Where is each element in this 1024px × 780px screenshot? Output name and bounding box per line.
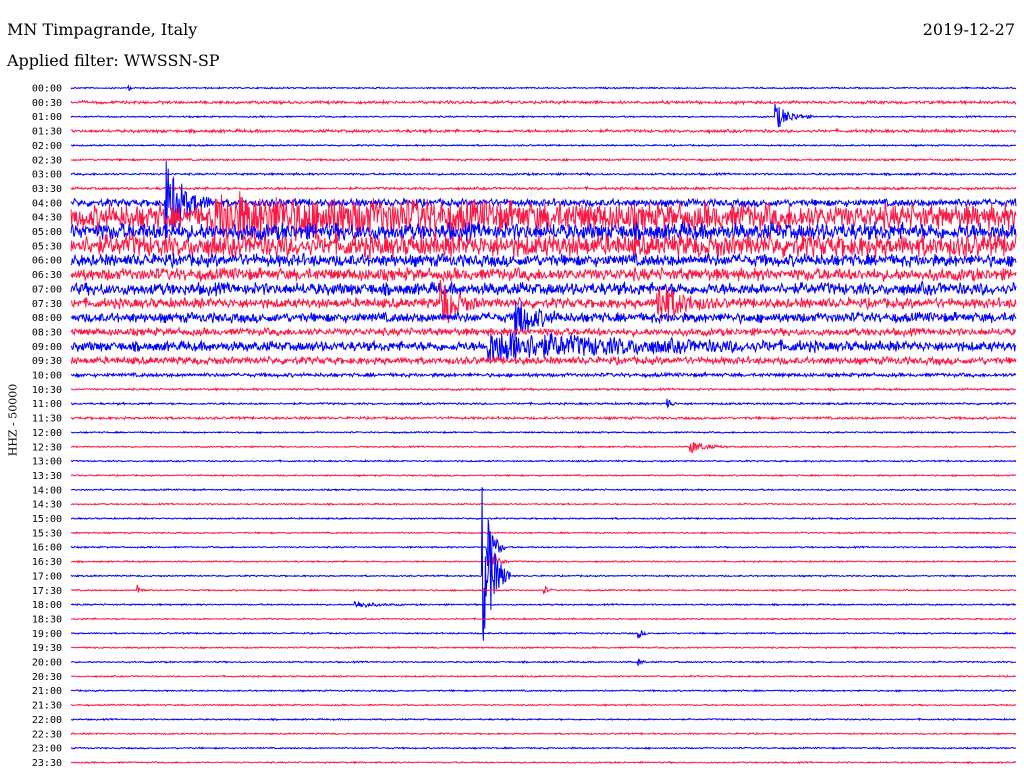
seismic-trace-row [70, 252, 1017, 270]
time-tick-label: 01:30 [32, 127, 62, 138]
time-tick-label: 04:00 [32, 198, 62, 209]
seismic-trace-row [70, 688, 1016, 693]
seismic-trace-row [70, 554, 1017, 570]
seismic-trace-row [70, 103, 1017, 128]
seismic-trace-row [70, 629, 1017, 639]
seismic-trace-row [70, 279, 1017, 324]
seismic-trace-row [70, 265, 1017, 283]
time-tick-label: 00:30 [32, 98, 62, 109]
time-tick-label: 04:30 [32, 213, 62, 224]
time-tick-label: 18:00 [32, 600, 62, 611]
seismic-trace-row [70, 301, 1017, 342]
time-tick-label: 10:30 [32, 385, 62, 396]
time-tick-label: 22:00 [32, 715, 62, 726]
time-tick-label: 13:30 [32, 471, 62, 482]
seismic-trace-row [70, 531, 1017, 535]
seismic-trace-row [70, 717, 1016, 722]
helicorder-plot: 00:00 00:30 01:00 01:30 02:00 02:30 03:00 03:30… [32, 84, 1017, 769]
time-tick-label: 15:00 [32, 514, 62, 525]
time-tick-label: 01:00 [32, 112, 62, 123]
seismic-trace-row [70, 157, 1017, 163]
seismic-trace-row [70, 143, 1017, 148]
time-tick-label: 03:30 [32, 184, 62, 195]
seismic-trace-row [70, 185, 1017, 192]
time-tick-label: 07:00 [32, 284, 62, 295]
time-tick-label: 20:00 [32, 658, 62, 669]
seismic-trace-row [70, 354, 1017, 367]
seismic-trace-row [70, 171, 1017, 177]
time-tick-label: 23:00 [32, 744, 62, 755]
seismic-trace-row [70, 415, 1017, 421]
time-tick-label: 21:00 [32, 686, 62, 697]
time-tick-label: 08:30 [32, 327, 62, 338]
seismic-trace-row [70, 516, 1017, 521]
time-tick-label: 11:30 [32, 414, 62, 425]
seismic-trace-row [70, 127, 1017, 135]
seismic-trace-row [70, 601, 1017, 609]
time-tick-label: 18:30 [32, 614, 62, 625]
seismic-trace-row [70, 371, 1017, 379]
time-tick-label: 21:30 [32, 701, 62, 712]
seismic-trace-row [70, 487, 1017, 641]
time-tick-label: 02:00 [32, 141, 62, 152]
seismic-trace-row [70, 280, 1017, 297]
seismic-trace-row [70, 703, 1017, 707]
seismic-trace-row [70, 325, 1017, 339]
time-tick-label: 10:00 [32, 371, 62, 382]
seismic-trace-row [70, 487, 1017, 492]
seismic-trace-row [71, 430, 1017, 435]
seismic-trace-row [70, 473, 1017, 478]
time-tick-label: 20:30 [32, 672, 62, 683]
seismic-trace-row [70, 519, 1017, 566]
seismic-trace-row [70, 760, 1017, 765]
seismic-trace-row [70, 386, 1017, 392]
seismic-trace-row [70, 502, 1017, 507]
seismic-trace-row [70, 658, 1017, 666]
seismic-trace-row [70, 98, 1017, 106]
time-tick-label: 07:30 [32, 299, 62, 310]
seismic-trace-row [70, 84, 1017, 92]
time-tick-label: 05:00 [32, 227, 62, 238]
seismic-trace-row [70, 645, 1017, 650]
seismic-trace-row [70, 746, 1017, 750]
seismic-trace-row [70, 584, 1017, 595]
time-tick-label: 14:00 [32, 485, 62, 496]
time-tick-label: 09:00 [32, 342, 62, 353]
time-tick-label: 08:00 [32, 313, 62, 324]
time-tick-label: 16:30 [32, 557, 62, 568]
time-tick-label: 03:00 [32, 170, 62, 181]
seismic-trace-row [70, 674, 1017, 679]
time-tick-label: 05:30 [32, 241, 62, 252]
time-tick-label: 19:00 [32, 629, 62, 640]
time-tick-label: 12:30 [32, 442, 62, 453]
time-tick-label: 22:30 [32, 729, 62, 740]
time-tick-label: 15:30 [32, 528, 62, 539]
seismic-trace-row [70, 731, 1016, 736]
time-tick-label: 17:30 [32, 586, 62, 597]
time-tick-label: 17:00 [32, 571, 62, 582]
time-tick-label: 09:30 [32, 356, 62, 367]
time-tick-label: 11:00 [32, 399, 62, 410]
time-tick-label: 06:30 [32, 270, 62, 281]
seismic-trace-row [70, 398, 1017, 409]
seismic-trace-row [70, 441, 1017, 454]
time-tick-label: 12:00 [32, 428, 62, 439]
time-tick-label: 23:30 [32, 758, 62, 769]
seismic-trace-row [70, 617, 1017, 621]
time-tick-label: 14:30 [32, 500, 62, 511]
time-tick-label: 06:00 [32, 256, 62, 267]
time-tick-label: 16:00 [32, 543, 62, 554]
time-tick-label: 02:30 [32, 155, 62, 166]
time-tick-label: 13:00 [32, 457, 62, 468]
time-tick-label: 19:30 [32, 643, 62, 654]
time-tick-label: 00:00 [32, 84, 62, 95]
seismic-trace-row [70, 459, 1017, 463]
seismic-trace-row [70, 332, 1017, 363]
